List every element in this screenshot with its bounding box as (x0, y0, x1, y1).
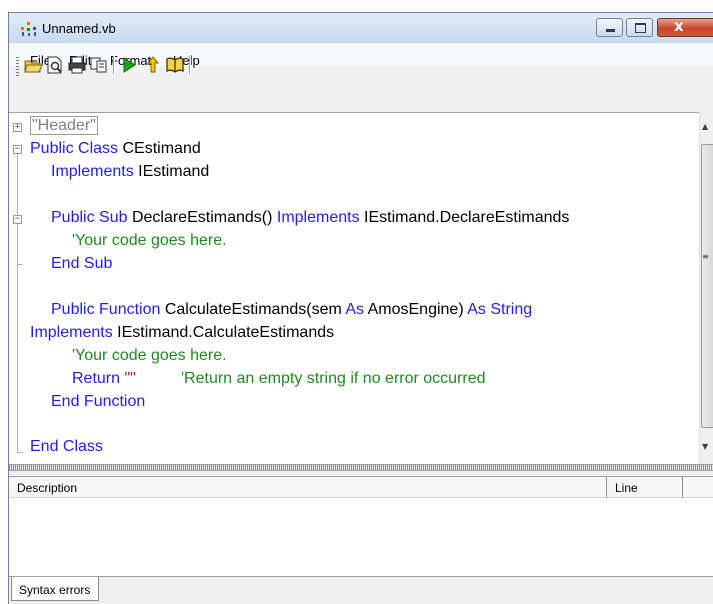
column-description[interactable]: Description (9, 477, 607, 498)
pane-splitter[interactable] (9, 464, 713, 471)
vertical-scrollbar[interactable]: ▲ ≡ ▼ (699, 112, 713, 464)
toolbar-separator (113, 56, 115, 74)
error-tabstrip: Syntax errors (9, 576, 713, 604)
fold-end-marker (17, 264, 23, 265)
code-line-comment: 'Your code goes here. (72, 347, 227, 364)
code-line-implements: Implements IEstimand (51, 163, 210, 180)
code-line-comment: 'Your code goes here. (72, 232, 227, 249)
code-editor[interactable]: + − − "Header" Public Class CEstimand Im… (9, 112, 699, 465)
code-line-function: Public Function CalculateEstimands(sem A… (51, 301, 533, 318)
fold-expand-icon[interactable]: + (13, 123, 22, 132)
column-line[interactable]: Line (607, 477, 683, 498)
fold-guide (17, 154, 18, 453)
client-area: File Edit Format Help (9, 43, 713, 604)
code-line-end-sub: End Sub (51, 255, 113, 272)
maximize-button[interactable] (626, 18, 653, 37)
editor-window: Unnamed.vb x File Edit Format Help (8, 12, 713, 604)
code-line-return: Return "" 'Return an empty string if no e… (72, 370, 486, 387)
column-filler (683, 477, 713, 498)
scroll-down-icon[interactable]: ▼ (702, 442, 708, 451)
scroll-grip-icon: ≡ (702, 252, 709, 261)
code-line-function-implements: Implements IEstimand.CalculateEstimands (30, 324, 335, 341)
toolbar-separator (189, 56, 191, 74)
scrollbar-thumb[interactable] (701, 144, 713, 428)
copy-icon[interactable] (89, 55, 109, 75)
fold-end-marker (17, 452, 23, 453)
code-line-end-function: End Function (51, 393, 146, 410)
run-icon[interactable] (119, 55, 139, 75)
code-line-sub: Public Sub DeclareEstimands() Implements… (51, 209, 570, 226)
tab-syntax-errors[interactable]: Syntax errors (11, 577, 100, 601)
close-button[interactable]: x (657, 17, 713, 37)
fold-collapse-icon[interactable]: − (13, 215, 22, 224)
minimize-icon (606, 29, 615, 32)
minimize-button[interactable] (596, 18, 623, 37)
print-preview-icon[interactable] (45, 55, 65, 75)
fold-collapse-icon[interactable]: − (13, 145, 22, 154)
code-line-header: "Header" (30, 116, 98, 135)
step-icon[interactable] (143, 55, 163, 75)
maximize-icon (635, 23, 646, 33)
app-icon (21, 22, 36, 36)
toolbar-grip[interactable] (16, 57, 19, 77)
close-icon: x (674, 17, 684, 35)
window-title: Unnamed.vb (42, 21, 116, 36)
scroll-up-icon[interactable]: ▲ (702, 122, 708, 131)
print-icon[interactable] (67, 55, 87, 75)
open-folder-icon[interactable] (23, 55, 43, 75)
code-line-end-class: End Class (30, 438, 103, 455)
title-bar[interactable]: Unnamed.vb x (9, 13, 713, 43)
help-book-icon[interactable] (165, 55, 185, 75)
code-line-class: Public Class CEstimand (30, 140, 201, 157)
